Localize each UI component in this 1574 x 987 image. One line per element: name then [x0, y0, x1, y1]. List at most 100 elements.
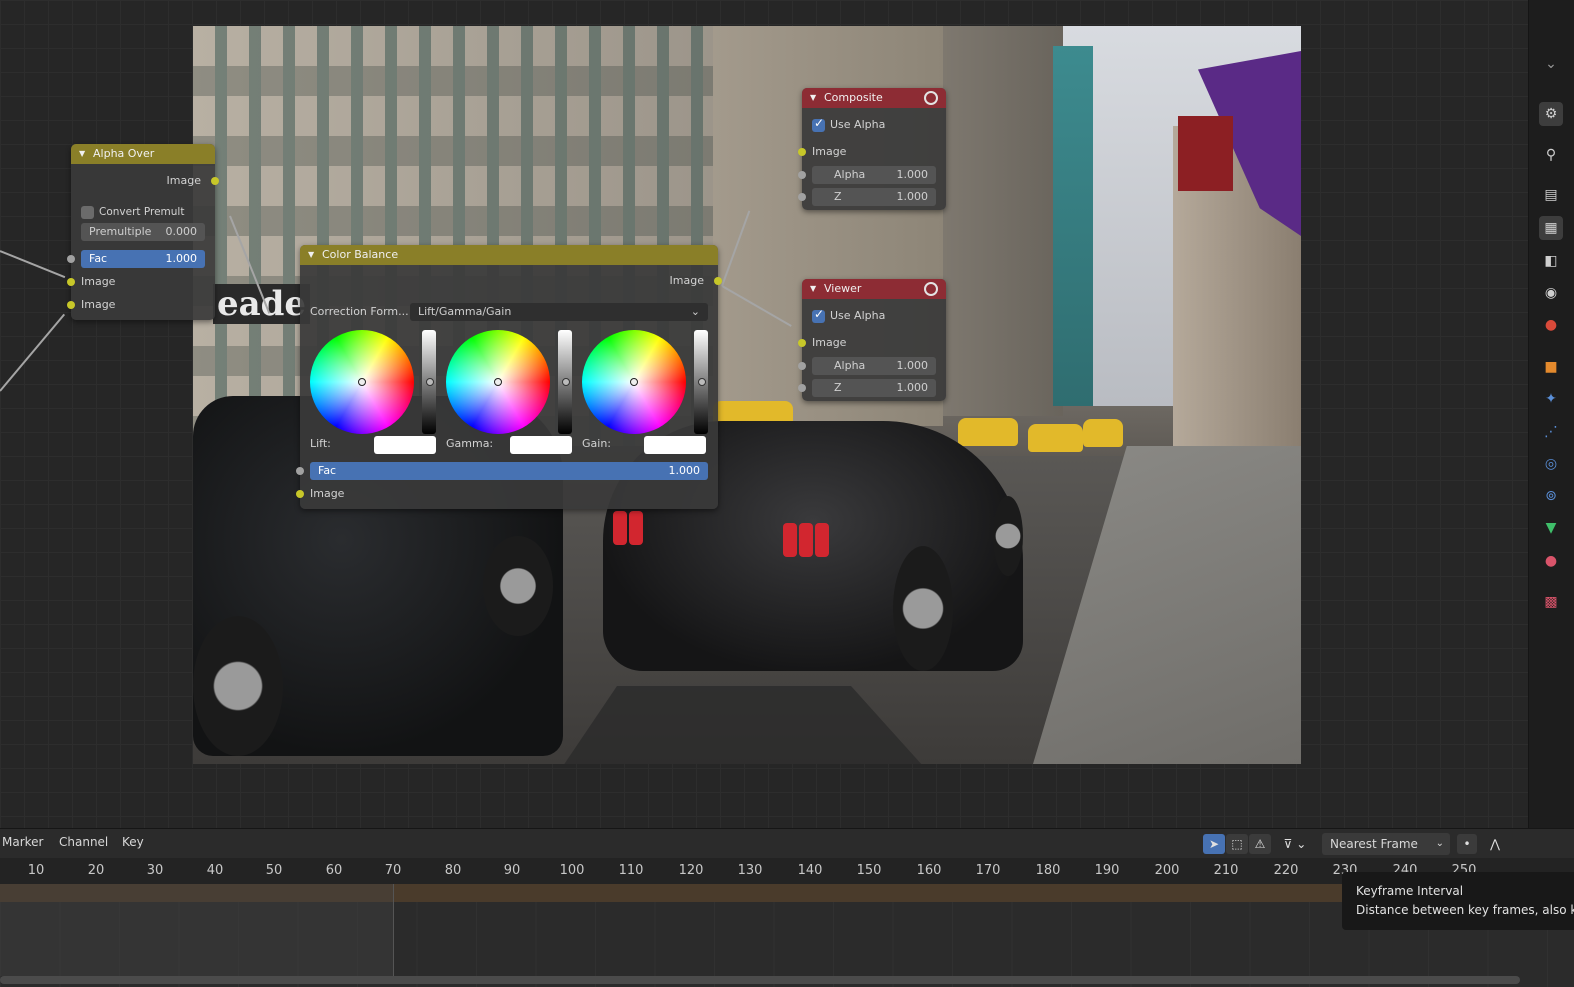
- use-alpha-checkbox[interactable]: [812, 116, 825, 132]
- z-socket[interactable]: [798, 193, 806, 201]
- preview-range: [0, 884, 394, 976]
- horizontal-scrollbar[interactable]: [0, 976, 1520, 984]
- falloff-icon[interactable]: ⋀: [1480, 834, 1510, 854]
- select-cursor-icon[interactable]: ➤: [1203, 834, 1225, 854]
- gamma-value-slider[interactable]: [558, 330, 572, 434]
- wheel-cursor[interactable]: [630, 378, 638, 386]
- key-menu[interactable]: Key: [122, 835, 144, 849]
- chevron-down-icon: ⌄: [690, 305, 700, 318]
- use-alpha-checkbox[interactable]: [812, 307, 825, 323]
- filter-icon[interactable]: ⊽ ⌄: [1277, 834, 1313, 854]
- camera-icon[interactable]: [924, 91, 938, 105]
- modifier-icon[interactable]: ■: [1539, 355, 1563, 379]
- input-socket[interactable]: [296, 490, 304, 498]
- composite-header[interactable]: ▼ Composite: [802, 88, 946, 108]
- texture-icon[interactable]: ●: [1539, 549, 1563, 573]
- output-socket[interactable]: [714, 277, 722, 285]
- checker-icon[interactable]: ▩: [1539, 590, 1563, 614]
- data-icon[interactable]: ⊚: [1539, 484, 1563, 508]
- frame-tick: 120: [678, 863, 704, 878]
- z-value: 1.000: [896, 381, 929, 394]
- fac-socket[interactable]: [67, 255, 75, 263]
- chevron-down-icon: ⌄: [1435, 838, 1444, 849]
- frame-tick: 210: [1213, 863, 1239, 878]
- composite-node[interactable]: ▼ Composite Use Alpha Image Alpha 1.000 …: [798, 88, 946, 210]
- fac-slider[interactable]: Fac 1.000: [81, 250, 205, 268]
- frame-tick: 40: [206, 863, 224, 878]
- z-label: Z: [834, 190, 842, 203]
- input-socket[interactable]: [67, 301, 75, 309]
- frame-tick: 60: [325, 863, 343, 878]
- frame-tick: 10: [27, 863, 45, 878]
- world-icon[interactable]: ◉: [1539, 281, 1563, 305]
- gamma-color-wheel[interactable]: [446, 330, 550, 434]
- alpha-field[interactable]: Alpha 1.000: [812, 166, 936, 184]
- gain-color-wheel[interactable]: [582, 330, 686, 434]
- alpha-socket[interactable]: [798, 362, 806, 370]
- output-socket[interactable]: [211, 177, 219, 185]
- alpha-field[interactable]: Alpha 1.000: [812, 357, 936, 375]
- image-socket[interactable]: [798, 148, 806, 156]
- color-balance-header[interactable]: ▼ Color Balance: [300, 245, 718, 265]
- frame-tick: 30: [146, 863, 164, 878]
- collapse-icon[interactable]: ▼: [308, 245, 314, 265]
- z-value: 1.000: [896, 190, 929, 203]
- input-image-label: Image: [310, 487, 345, 500]
- wheel-cursor[interactable]: [494, 378, 502, 386]
- physics-icon[interactable]: ⋰: [1539, 420, 1563, 444]
- gain-color-swatch[interactable]: [644, 436, 706, 454]
- correction-formula-dropdown[interactable]: Lift/Gamma/Gain ⌄: [410, 303, 708, 321]
- material-icon[interactable]: ▼: [1539, 516, 1563, 540]
- tool-icon[interactable]: ⚙: [1539, 102, 1563, 126]
- scene-icon[interactable]: ◧: [1539, 249, 1563, 273]
- camera-icon[interactable]: [924, 282, 938, 296]
- frame-tick: 200: [1154, 863, 1180, 878]
- lift-value-slider[interactable]: [422, 330, 436, 434]
- particles-icon[interactable]: ✦: [1539, 387, 1563, 411]
- viewer-node[interactable]: ▼ Viewer Use Alpha Image Alpha 1.000 Z 1…: [798, 279, 946, 401]
- properties-tab-bar: ⌄ ⚙ ⚲ ▤ ▦ ◧ ◉ ● ■ ✦ ⋰ ◎ ⊚ ▼ ● ▩: [1528, 0, 1574, 828]
- z-field[interactable]: Z 1.000: [812, 379, 936, 397]
- proportional-edit-icon[interactable]: •: [1457, 834, 1477, 854]
- gamma-color-swatch[interactable]: [510, 436, 572, 454]
- z-socket[interactable]: [798, 384, 806, 392]
- playhead[interactable]: [393, 884, 394, 976]
- correction-formula-value: Lift/Gamma/Gain: [418, 305, 512, 318]
- gain-label: Gain:: [582, 437, 611, 450]
- collapse-icon[interactable]: ▼: [79, 144, 85, 164]
- node-editor[interactable]: eade ▼ Alpha Over Image Convert Premult …: [0, 0, 1528, 828]
- frame-ruler[interactable]: 10 20 30 40 50 60 70 80 90 100 110 120 1…: [0, 858, 1574, 884]
- alpha-over-node[interactable]: ▼ Alpha Over Image Convert Premult Premu…: [67, 144, 219, 320]
- alpha-socket[interactable]: [798, 171, 806, 179]
- object-icon[interactable]: ●: [1539, 313, 1563, 337]
- view-layer-icon[interactable]: ▦: [1539, 216, 1563, 240]
- node-title: Composite: [824, 91, 883, 104]
- tooltip-description: Distance between key frames, also k: [1356, 903, 1574, 917]
- frame-tick: 190: [1094, 863, 1120, 878]
- chevron-down-icon[interactable]: ⌄: [1539, 52, 1563, 76]
- lift-color-wheel[interactable]: [310, 330, 414, 434]
- z-field[interactable]: Z 1.000: [812, 188, 936, 206]
- box-select-icon[interactable]: ⬚: [1226, 834, 1248, 854]
- channel-menu[interactable]: Channel: [59, 835, 108, 849]
- marker-menu[interactable]: Marker: [2, 835, 43, 849]
- premultiple-field[interactable]: Premultiple 0.000: [81, 223, 205, 241]
- image-socket[interactable]: [798, 339, 806, 347]
- collapse-icon[interactable]: ▼: [810, 88, 816, 108]
- wheel-cursor[interactable]: [358, 378, 366, 386]
- viewer-header[interactable]: ▼ Viewer: [802, 279, 946, 299]
- collapse-icon[interactable]: ▼: [810, 279, 816, 299]
- fac-slider[interactable]: Fac 1.000: [310, 462, 708, 480]
- constraints-icon[interactable]: ◎: [1539, 452, 1563, 476]
- output-icon[interactable]: ▤: [1539, 183, 1563, 207]
- color-balance-node[interactable]: ▼ Color Balance Image Correction Form...…: [296, 245, 722, 509]
- snap-mode-dropdown[interactable]: Nearest Frame ⌄: [1322, 833, 1450, 855]
- fac-socket[interactable]: [296, 467, 304, 475]
- input-socket[interactable]: [67, 278, 75, 286]
- gain-value-slider[interactable]: [694, 330, 708, 434]
- convert-premult-checkbox[interactable]: [81, 206, 94, 219]
- warning-icon[interactable]: ⚠: [1249, 834, 1271, 854]
- render-icon[interactable]: ⚲: [1539, 143, 1563, 167]
- alpha-over-header[interactable]: ▼ Alpha Over: [71, 144, 215, 164]
- lift-color-swatch[interactable]: [374, 436, 436, 454]
